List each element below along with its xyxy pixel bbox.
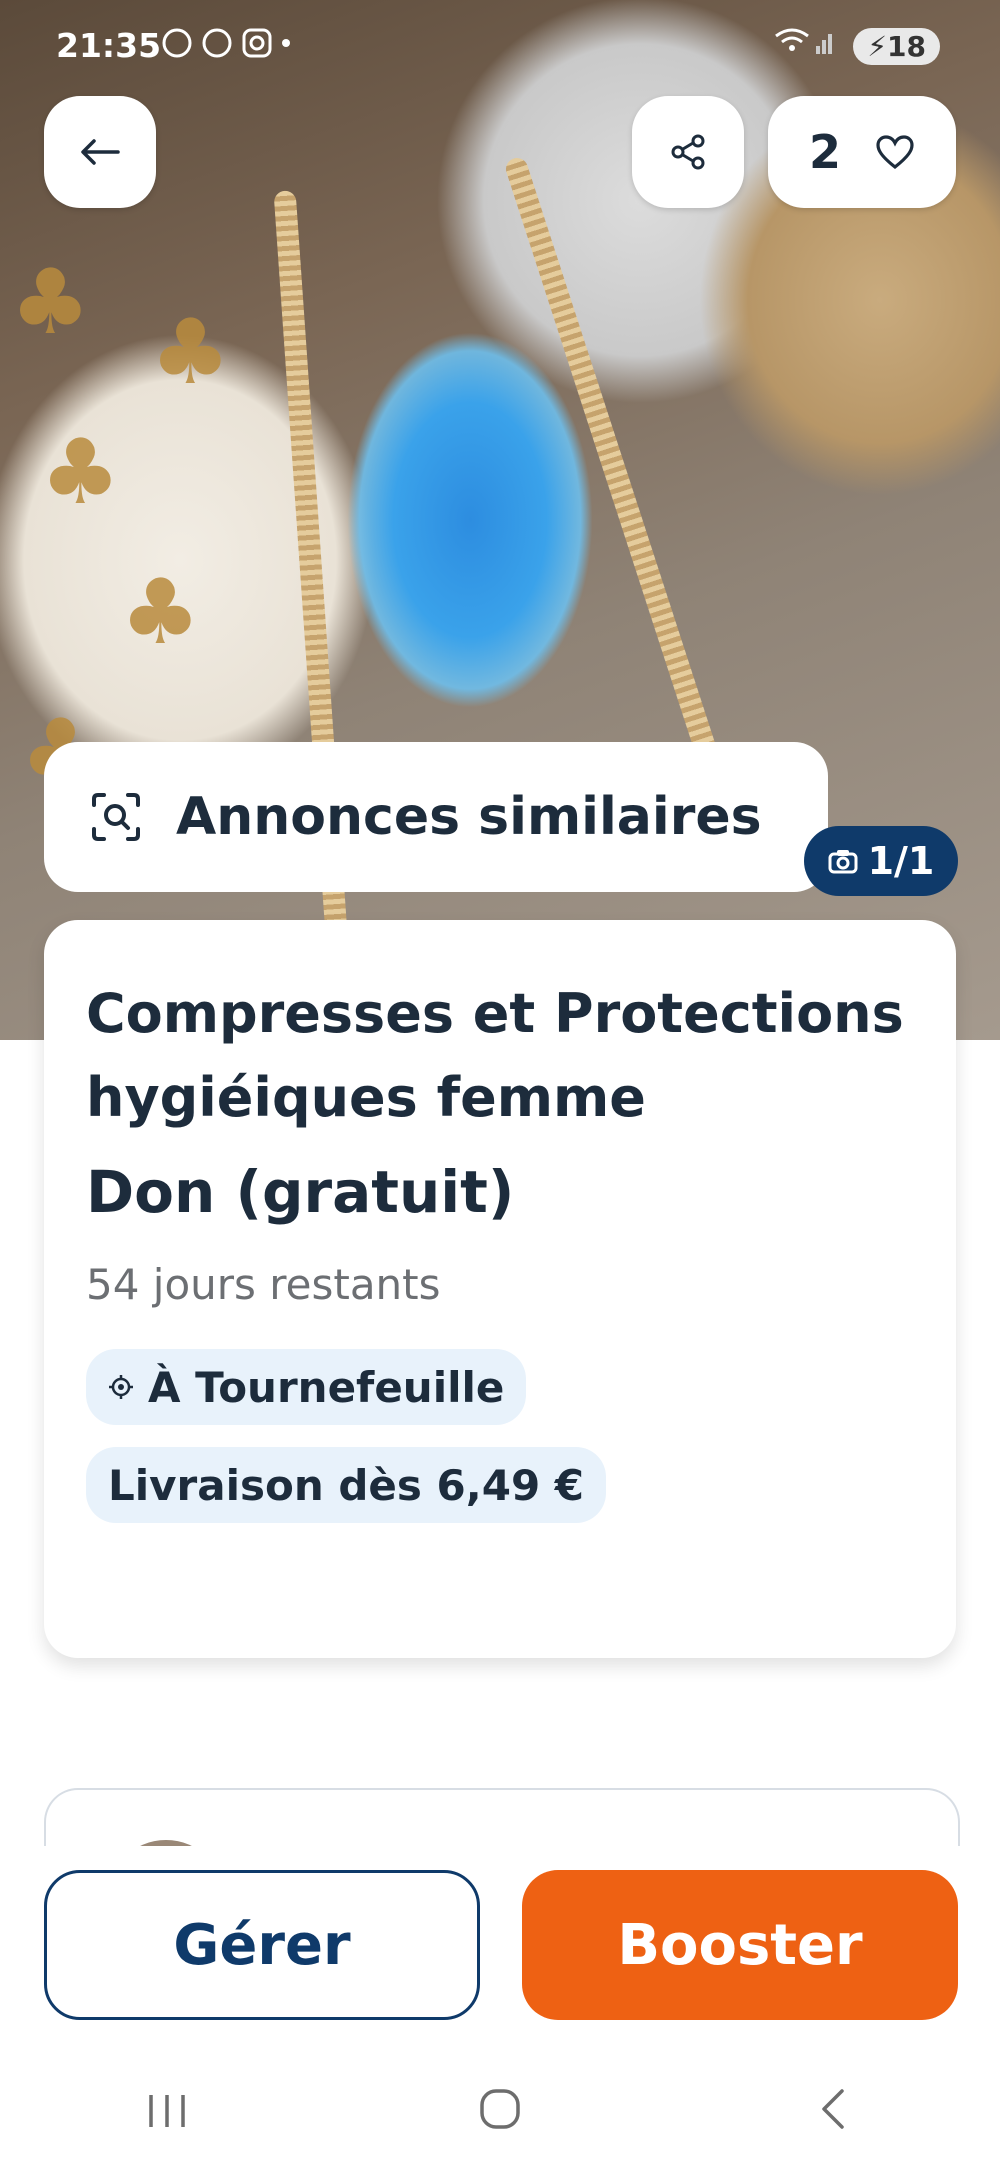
- location-label: À Tournefeuille: [148, 1362, 505, 1412]
- image-search-icon: [92, 793, 140, 841]
- system-back-button[interactable]: [773, 2087, 893, 2143]
- system-status: ⚡18: [774, 26, 940, 65]
- recent-apps-icon: [148, 2094, 185, 2127]
- similar-ads-button[interactable]: Annonces similaires: [44, 742, 828, 892]
- tree-pattern: ♣: [10, 250, 91, 355]
- photo-counter: 1/1: [804, 826, 958, 896]
- notification-icons: [160, 26, 290, 67]
- photo-counter-text: 1/1: [867, 839, 935, 883]
- arrow-left-icon: [81, 139, 120, 165]
- camera-icon: [828, 850, 858, 874]
- home-button[interactable]: [440, 2087, 560, 2143]
- delivery-label: Livraison dès 6,49 €: [108, 1460, 585, 1510]
- tree-pattern: ♣: [120, 560, 201, 665]
- battery-indicator: ⚡18: [853, 28, 940, 65]
- status-bar: 21:35 ⚡18: [0, 0, 1000, 90]
- favorite-count: 2: [808, 125, 841, 179]
- share-button[interactable]: [632, 96, 744, 208]
- app-notification-icons: [162, 28, 290, 58]
- boost-button[interactable]: Booster: [522, 1870, 958, 2020]
- back-button[interactable]: [44, 96, 156, 208]
- listing-card: Compresses et Protections hygiéiques fem…: [44, 920, 956, 1658]
- location-target-icon: [109, 1375, 133, 1399]
- wifi-signal-icon: [775, 28, 833, 54]
- status-time: 21:35: [56, 26, 162, 65]
- location-chip[interactable]: À Tournefeuille: [86, 1349, 527, 1425]
- tree-pattern: ♣: [150, 300, 231, 405]
- system-navigation-bar: [0, 2060, 1000, 2169]
- tree-pattern: ♣: [40, 420, 121, 525]
- manage-button[interactable]: Gérer: [44, 1870, 480, 2020]
- share-icon: [671, 134, 705, 170]
- favorite-button[interactable]: 2: [768, 96, 956, 208]
- remaining-days: 54 jours restants: [86, 1260, 441, 1309]
- product-pack: [380, 471, 401, 542]
- similar-ads-label: Annonces similaires: [176, 787, 762, 847]
- battery-level: 18: [887, 30, 926, 63]
- listing-price: Don (gratuit): [86, 1158, 515, 1226]
- heart-icon: [876, 135, 914, 170]
- home-icon: [480, 2088, 520, 2129]
- listing-title: Compresses et Protections hygiéiques fem…: [86, 982, 904, 1129]
- chevron-left-icon: [822, 2088, 845, 2129]
- recent-apps-button[interactable]: [107, 2087, 227, 2143]
- delivery-chip[interactable]: Livraison dès 6,49 €: [86, 1447, 607, 1523]
